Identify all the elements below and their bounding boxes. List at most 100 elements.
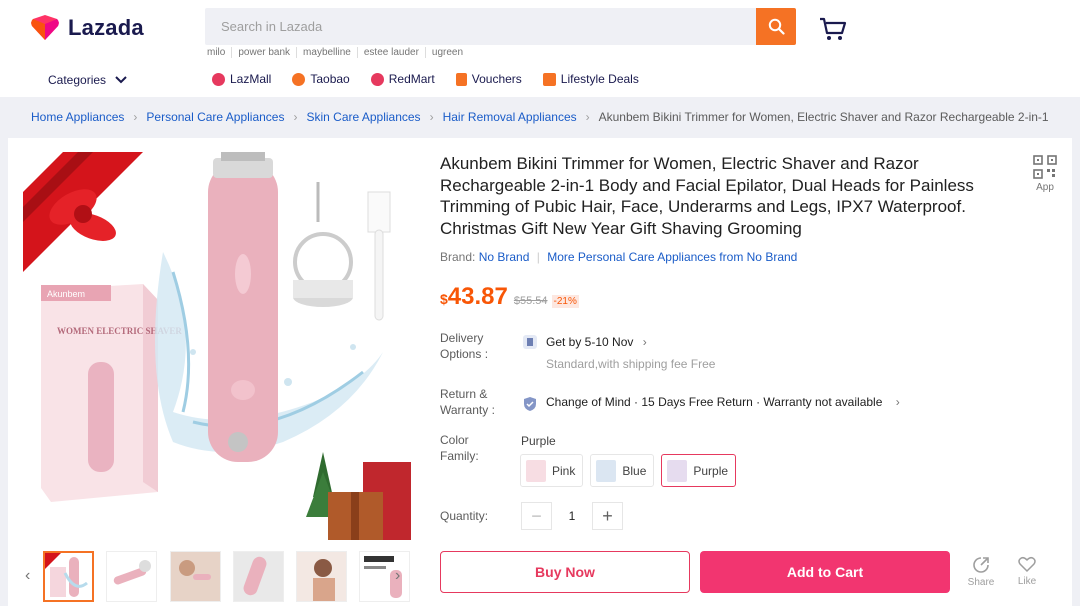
- search-button[interactable]: [756, 8, 796, 45]
- chevron-right-icon: ›: [642, 335, 647, 349]
- breadcrumb-link[interactable]: Skin Care Appliances: [306, 110, 420, 124]
- thumbnail[interactable]: [43, 551, 94, 602]
- nav-lazmall[interactable]: LazMall: [212, 72, 271, 86]
- buy-now-button[interactable]: Buy Now: [440, 551, 690, 593]
- lazada-logo-text: Lazada: [68, 15, 144, 40]
- taobao-icon: [292, 72, 306, 86]
- selected-color-value: Purple: [521, 434, 556, 448]
- chevron-right-icon[interactable]: ›: [395, 567, 400, 585]
- return-warranty-option[interactable]: Change of Mind · 15 Days Free Return · W…: [546, 395, 900, 409]
- return-warranty-label: Return & Warranty :: [440, 387, 495, 417]
- app-qr-button[interactable]: App: [1032, 155, 1058, 193]
- quantity-value[interactable]: 1: [552, 509, 592, 523]
- nav-redmart[interactable]: RedMart: [370, 72, 435, 86]
- nav-label: Taobao: [310, 72, 350, 86]
- suggestion-link[interactable]: power bank: [231, 47, 296, 58]
- breadcrumb: Home Appliances › Personal Care Applianc…: [31, 110, 1049, 124]
- categories-menu[interactable]: Categories: [48, 73, 127, 87]
- share-label: Share: [967, 577, 995, 588]
- lazada-heart-icon: [30, 14, 60, 42]
- brand-link[interactable]: No Brand: [479, 250, 530, 264]
- thumbnail[interactable]: [106, 551, 157, 602]
- breadcrumb-current: Akunbem Bikini Trimmer for Women, Electr…: [598, 110, 1049, 124]
- quantity-stepper: − 1 +: [521, 502, 623, 530]
- heart-icon: [1018, 556, 1036, 573]
- suggestion-link[interactable]: estee lauder: [356, 47, 425, 58]
- color-family-label: Color Family:: [440, 433, 479, 463]
- site-header: Lazada milo power bank maybelline estee …: [0, 0, 1080, 97]
- suggestion-link[interactable]: maybelline: [296, 47, 357, 58]
- suggestion-link[interactable]: milo: [205, 47, 231, 58]
- variant-label: Blue: [622, 463, 647, 478]
- delivery-option[interactable]: Get by 5-10 Nov ›: [546, 335, 647, 349]
- thumbnail[interactable]: [359, 551, 410, 602]
- variant-swatch: [667, 459, 688, 482]
- currency-symbol: $: [440, 291, 448, 307]
- share-button[interactable]: Share: [964, 556, 998, 588]
- chevron-right-icon: ›: [133, 110, 138, 124]
- nav-label: Lifestyle Deals: [560, 72, 639, 86]
- current-price: 43.87: [447, 283, 508, 310]
- product-title: Akunbem Bikini Trimmer for Women, Electr…: [440, 154, 974, 238]
- plus-icon: +: [602, 505, 613, 526]
- more-from-brand-link[interactable]: More Personal Care Appliances from No Br…: [547, 250, 797, 264]
- thumbnail[interactable]: [296, 551, 347, 602]
- delivery-truck-icon: [523, 335, 537, 349]
- chevron-right-icon: ›: [585, 110, 590, 124]
- add-to-cart-button[interactable]: Add to Cart: [700, 551, 950, 593]
- breadcrumb-link[interactable]: Personal Care Appliances: [146, 110, 284, 124]
- nav-label: RedMart: [388, 72, 435, 86]
- chevron-right-icon: ›: [895, 395, 900, 409]
- quantity-label: Quantity:: [440, 509, 489, 523]
- categories-label: Categories: [48, 73, 107, 87]
- nav-label: LazMall: [230, 72, 272, 86]
- search-suggestions: milo power bank maybelline estee lauder …: [205, 47, 469, 58]
- variant-swatch: [596, 459, 617, 482]
- qr-code-icon: [1033, 155, 1057, 179]
- lazmall-icon: [212, 72, 225, 86]
- nav-lifestyle-deals[interactable]: Lifestyle Deals: [542, 72, 639, 86]
- nav-vouchers[interactable]: Vouchers: [455, 72, 522, 86]
- thumbnail[interactable]: [233, 551, 284, 602]
- decrease-button[interactable]: −: [521, 502, 552, 530]
- product-main-image[interactable]: Akunbem WOMEN ELECTRIC SHAVER: [23, 152, 411, 540]
- breadcrumb-link[interactable]: Home Appliances: [31, 110, 124, 124]
- chevron-left-icon[interactable]: ‹: [25, 567, 30, 585]
- top-nav: LazMall Taobao RedMart Vouchers Lifestyl…: [212, 72, 639, 86]
- lazada-logo[interactable]: Lazada: [30, 14, 144, 42]
- like-label: Like: [1017, 576, 1037, 587]
- thumbnail-strip: ‹ ›: [22, 549, 414, 605]
- search-input[interactable]: [205, 8, 756, 45]
- chevron-right-icon: ›: [293, 110, 298, 124]
- return-value: Change of Mind · 15 Days Free Return · W…: [546, 395, 883, 409]
- chevron-down-icon: [115, 76, 127, 84]
- share-icon: [973, 557, 989, 573]
- brand-label: Brand:: [440, 250, 476, 264]
- chevron-right-icon: ›: [429, 110, 434, 124]
- variant-option-blue[interactable]: Blue: [590, 454, 655, 487]
- delivery-label: Delivery Options :: [440, 331, 489, 361]
- delivery-subtext: Standard,with shipping fee Free: [546, 357, 716, 371]
- breadcrumb-link[interactable]: Hair Removal Appliances: [443, 110, 577, 124]
- variant-option-purple[interactable]: Purple: [661, 454, 737, 487]
- box-brand-text: Akunbem: [47, 289, 85, 299]
- brand-line: Brand: No Brand | More Personal Care App…: [440, 250, 797, 264]
- increase-button[interactable]: +: [592, 502, 623, 530]
- color-variants: Pink Blue Purple: [520, 454, 737, 487]
- lifestyle-icon: [542, 72, 556, 86]
- redmart-icon: [370, 72, 384, 86]
- variant-label: Purple: [693, 463, 729, 478]
- voucher-icon: [455, 72, 467, 86]
- like-button[interactable]: Like: [1010, 556, 1044, 587]
- variant-option-pink[interactable]: Pink: [520, 454, 584, 487]
- search-icon: [768, 18, 785, 35]
- nav-label: Vouchers: [471, 72, 522, 86]
- thumbnail[interactable]: [170, 551, 221, 602]
- suggestion-link[interactable]: ugreen: [424, 47, 469, 58]
- discount-badge: -21%: [551, 295, 579, 308]
- shield-icon: [524, 397, 536, 411]
- cart-icon[interactable]: [818, 16, 848, 42]
- minus-icon: −: [531, 505, 542, 526]
- divider: |: [536, 250, 540, 264]
- nav-taobao[interactable]: Taobao: [292, 72, 350, 86]
